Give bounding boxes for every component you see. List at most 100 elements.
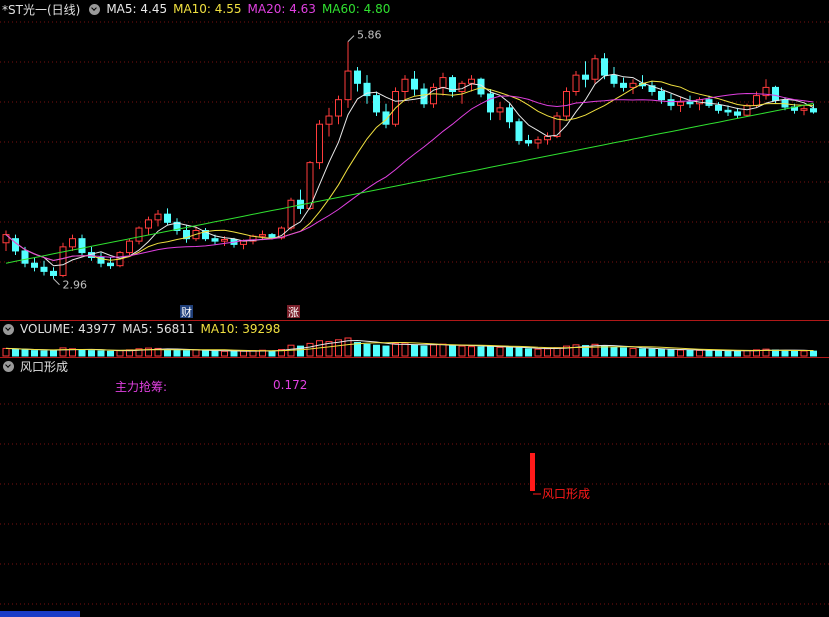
volume-bar [458, 345, 466, 357]
volume-bar [468, 346, 475, 357]
volume-bar [192, 349, 200, 357]
price-header: *ST光一(日线) MA5: 4.45 MA10: 4.55 MA20: 4.6… [0, 0, 396, 18]
ma60-line [5, 102, 814, 264]
candle-body [164, 213, 171, 223]
volume-bar [363, 343, 371, 357]
ma60-readout: MA60: 4.80 [321, 2, 391, 16]
volume-bar [544, 348, 551, 357]
candle-body [154, 213, 162, 221]
candle-body [658, 91, 665, 101]
volume-bar [601, 345, 608, 357]
volume-bar [515, 347, 523, 357]
volume-bar [610, 346, 618, 357]
volume-bar [629, 347, 637, 357]
candle-body [667, 99, 675, 106]
candle-body [126, 240, 133, 254]
volume-bar [696, 349, 703, 357]
volume-bar [116, 350, 124, 357]
volume-bar [781, 350, 789, 357]
candle-body [107, 262, 114, 267]
candle-body [563, 91, 570, 117]
candle-body [686, 101, 694, 105]
indicator-pane[interactable]: 风口形成 风口形成 主力抢筹: 0.172 [0, 357, 829, 610]
low-label: 2.96 [63, 279, 88, 292]
volume-bar [487, 345, 494, 357]
candle-body [135, 227, 143, 242]
volume-header: VOLUME: 43977 MA5: 56811 MA10: 39298 [0, 320, 286, 338]
candle-body [78, 238, 86, 254]
volume-bar [382, 345, 390, 357]
high-marker [347, 35, 355, 42]
cai-badge-label: 财 [181, 305, 192, 319]
volume-bar [21, 349, 29, 357]
candle-body [544, 135, 551, 141]
candle-body [572, 74, 580, 92]
volume-bar [743, 350, 751, 357]
candle-body [325, 115, 333, 125]
ma10-line [5, 80, 814, 262]
volume-bar [648, 348, 656, 357]
volume-bar [724, 350, 732, 357]
volume-bar [620, 347, 627, 357]
candle-body [40, 266, 48, 272]
volume-bar [392, 342, 399, 357]
candle-body [287, 199, 295, 229]
candle-body [145, 219, 152, 229]
bottom-scrollbar[interactable] [0, 610, 829, 617]
bottom-tab[interactable] [0, 611, 80, 617]
ma10-readout: MA10: 4.55 [173, 2, 242, 16]
candle-body [753, 95, 760, 106]
volume-bar [97, 350, 105, 357]
candle-body [525, 140, 532, 144]
candle-body [382, 111, 390, 125]
volume-bar [411, 344, 418, 357]
candle-body [810, 108, 817, 113]
stock-title: *ST光一(日线) [2, 2, 81, 17]
price-menu-chevron-icon[interactable] [89, 3, 101, 15]
volume-readout: VOLUME: 43977 [20, 322, 117, 336]
candle-body [772, 86, 779, 101]
volume-bar [525, 348, 532, 357]
volume-bar [791, 350, 798, 357]
candle-body [800, 108, 808, 111]
volume-pane[interactable]: VOLUME: 43977 MA5: 56811 MA10: 39298 [0, 320, 829, 357]
volume-bar [506, 347, 513, 357]
volume-bar [88, 350, 95, 357]
volume-bar [373, 344, 380, 357]
candle-body [354, 70, 361, 84]
candle-body [316, 123, 323, 164]
volume-bar [705, 350, 713, 357]
candle-body [468, 78, 475, 84]
price-chart[interactable]: 5.86 2.96 财 涨 [0, 0, 829, 320]
price-pane[interactable]: 5.86 2.96 财 涨 *ST光一(日线) MA5: 4.45 MA10: 4.5… [0, 0, 829, 320]
volume-bar [734, 350, 741, 357]
candle-body [211, 238, 219, 242]
volume-bar [240, 350, 247, 357]
candle-body [724, 109, 732, 113]
ma20-line [5, 92, 814, 262]
candle-body [268, 234, 276, 239]
volume-bar [2, 347, 10, 357]
volume-bar [496, 346, 504, 357]
volume-bar [230, 351, 238, 357]
ma20-readout: MA20: 4.63 [247, 2, 316, 16]
volume-bar [401, 342, 409, 357]
candle-body [582, 74, 589, 80]
volume-bar [50, 349, 57, 357]
candle-body [401, 78, 409, 92]
volume-bar [31, 350, 38, 357]
indicator-menu-chevron-icon[interactable] [3, 360, 14, 372]
signal-bar [530, 453, 535, 491]
volume-bar [268, 350, 276, 357]
candle-body [344, 70, 352, 101]
volume-menu-chevron-icon[interactable] [3, 323, 14, 335]
candle-body [496, 107, 504, 113]
zhang-badge-label: 涨 [288, 306, 299, 319]
candle-body [411, 78, 418, 90]
candle-body [21, 250, 29, 264]
volume-bar [173, 349, 181, 357]
candle-body [240, 240, 247, 245]
candle-body [610, 74, 618, 84]
candle-body [591, 58, 599, 80]
candle-body [259, 234, 266, 237]
